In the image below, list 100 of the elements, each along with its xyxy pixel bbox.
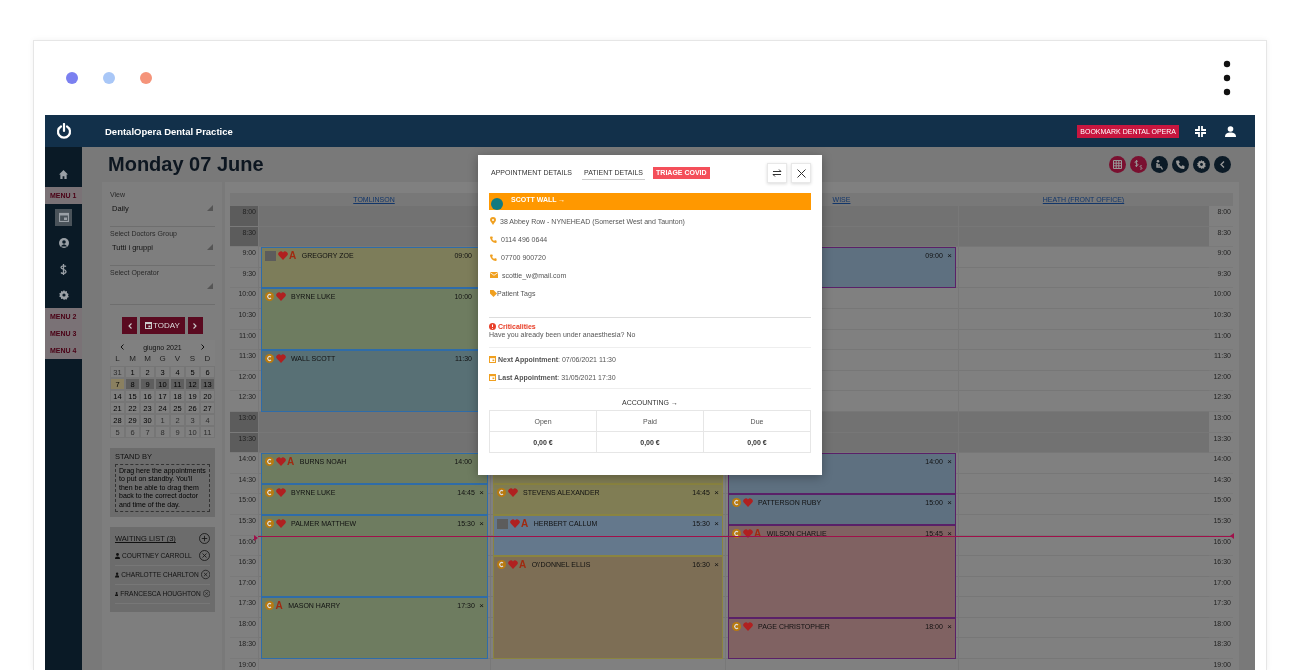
remove-button[interactable]: × <box>944 498 952 509</box>
swap-icon <box>772 169 782 177</box>
add-icon[interactable] <box>199 533 210 545</box>
heart-icon <box>509 519 520 528</box>
remove-button[interactable]: × <box>944 457 952 468</box>
next-button[interactable] <box>187 317 203 334</box>
home-icon <box>59 169 68 179</box>
coin-icon <box>265 519 274 528</box>
close-icon <box>796 168 806 178</box>
alert-letter: A <box>521 519 529 529</box>
person-icon <box>115 571 120 578</box>
remove-button[interactable]: × <box>711 519 719 529</box>
remove-button[interactable]: × <box>476 519 484 529</box>
status-square-icon <box>265 251 276 262</box>
heart-icon <box>742 529 753 539</box>
heart-icon <box>275 292 286 302</box>
remove-button[interactable]: × <box>711 488 719 499</box>
weekday-label: S <box>188 354 197 365</box>
swap-button[interactable] <box>767 163 787 183</box>
dollar-icon <box>60 263 67 275</box>
heart-icon <box>507 488 518 498</box>
weekday-label: L <box>114 354 121 365</box>
coin-icon <box>265 354 274 364</box>
heart-icon <box>275 519 286 528</box>
compress-icon[interactable] <box>1195 125 1206 137</box>
coin-icon <box>732 498 741 508</box>
chevron-left-icon <box>1220 161 1225 168</box>
toolbar-button[interactable] <box>1193 156 1210 173</box>
calendar-icon <box>58 212 69 222</box>
coin-icon <box>265 601 274 611</box>
chevron-right-icon[interactable] <box>201 344 206 350</box>
status-square-icon <box>497 519 508 529</box>
person-icon <box>115 552 120 559</box>
remove-button[interactable]: × <box>944 251 952 262</box>
remove-button[interactable]: × <box>476 488 484 499</box>
coin-icon <box>497 560 506 570</box>
window-dot[interactable] <box>140 72 152 84</box>
heart-icon <box>277 251 288 261</box>
remove-button[interactable]: × <box>711 560 719 571</box>
remove-icon[interactable] <box>200 569 210 581</box>
weekday-label: D <box>203 354 212 365</box>
toolbar-button[interactable] <box>1130 156 1147 173</box>
weekday-label: M <box>128 354 137 365</box>
previous-button[interactable] <box>122 317 138 334</box>
alert-letter: A <box>289 251 297 262</box>
remove-button[interactable]: × <box>944 529 952 540</box>
alert-letter: A <box>287 457 295 468</box>
dropdown-icon <box>207 283 213 289</box>
grid-icon <box>1113 160 1122 169</box>
app-title: DentalOpera Dental Practice <box>105 125 233 137</box>
calendar-icon <box>489 373 496 381</box>
coin-icon <box>732 529 741 539</box>
today-button[interactable]: TODAY <box>140 317 185 334</box>
heart-icon <box>275 488 286 498</box>
phone-icon <box>490 253 497 261</box>
page-title: Monday 07 June <box>108 153 264 176</box>
person-icon <box>115 590 119 597</box>
envelope-icon <box>490 272 498 278</box>
power-icon[interactable] <box>55 123 72 139</box>
dollar-icon <box>1134 159 1143 170</box>
more-icon[interactable] <box>1223 60 1231 96</box>
chevron-left-icon <box>127 322 132 329</box>
window-dot[interactable] <box>103 72 115 84</box>
toolbar-button[interactable] <box>1151 156 1168 173</box>
tag-icon <box>490 289 497 297</box>
weekday-label: M <box>143 354 152 365</box>
coin-icon <box>265 488 274 498</box>
heart-icon <box>742 622 753 631</box>
chair-icon <box>1155 159 1164 170</box>
close-button[interactable] <box>791 163 811 183</box>
location-pin-icon <box>490 217 496 225</box>
heart-icon <box>742 498 753 508</box>
remove-button[interactable]: × <box>476 601 484 612</box>
user-icon <box>58 238 69 248</box>
calendar-icon <box>489 355 496 363</box>
gear-icon <box>58 290 69 300</box>
chevron-left-icon[interactable] <box>119 344 124 350</box>
phone-icon <box>1176 160 1185 169</box>
toolbar-button[interactable] <box>1109 156 1126 173</box>
avatar <box>491 197 503 210</box>
heart-icon <box>507 560 518 570</box>
user-icon[interactable] <box>1225 125 1236 137</box>
alert-letter: A <box>519 560 527 571</box>
alert-letter: A <box>275 601 283 612</box>
remove-button[interactable]: × <box>944 622 952 632</box>
toolbar-button[interactable] <box>1172 156 1189 173</box>
coin-icon <box>732 622 741 631</box>
toolbar-button[interactable] <box>1214 156 1231 173</box>
weekday-label: G <box>158 354 167 365</box>
alert-icon <box>489 323 496 330</box>
phone-icon <box>490 235 497 243</box>
weekday-label: V <box>173 354 182 365</box>
gear-icon <box>1197 160 1206 169</box>
remove-icon[interactable] <box>199 550 210 562</box>
coin-icon <box>265 457 274 467</box>
window-dot[interactable] <box>66 72 78 84</box>
chevron-right-icon <box>193 322 198 329</box>
coin-icon <box>497 488 506 498</box>
heart-icon <box>275 354 286 364</box>
coin-icon <box>265 292 274 302</box>
